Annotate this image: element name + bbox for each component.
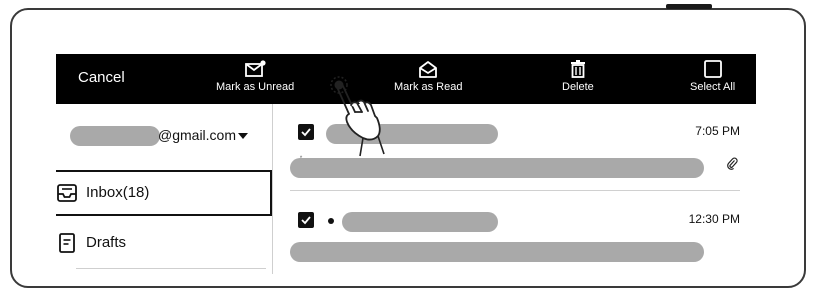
delete-button[interactable]: Delete: [562, 60, 594, 93]
sidebar-divider: [76, 268, 266, 269]
message-row[interactable]: 7:05 PM t: [272, 104, 756, 191]
folder-drafts[interactable]: Drafts: [56, 220, 272, 266]
account-selector[interactable]: @gmail.com: [56, 104, 272, 168]
message-time: 7:05 PM: [695, 124, 740, 138]
redacted-preview: [290, 158, 704, 178]
mark-as-unread-label: Mark as Unread: [216, 81, 295, 93]
mark-as-read-button[interactable]: Mark as Read: [394, 60, 462, 93]
redacted-sender: [326, 124, 498, 144]
paperclip-icon: [726, 156, 738, 175]
selection-toolbar: Cancel Mark as Unread Mark as Read Delet…: [56, 54, 756, 104]
cancel-button[interactable]: Cancel: [78, 69, 125, 86]
inbox-icon: [56, 182, 78, 204]
mark-as-unread-button[interactable]: Mark as Unread: [216, 60, 294, 93]
checkbox-outline-icon: [703, 60, 723, 78]
drafts-icon: [56, 232, 78, 254]
mail-unread-icon: [244, 60, 266, 78]
folder-drafts-label: Drafts: [86, 234, 127, 251]
trash-icon: [568, 60, 588, 78]
redacted-sender: [342, 212, 498, 232]
select-all-button[interactable]: Select All: [690, 60, 735, 93]
message-time: 12:30 PM: [688, 212, 740, 226]
row-divider: [290, 190, 740, 191]
redacted-account-name: [70, 126, 160, 146]
message-row[interactable]: 12:30 PM: [272, 192, 756, 278]
account-email-domain: @gmail.com: [158, 127, 237, 143]
folder-inbox[interactable]: Inbox(18): [56, 170, 272, 216]
unread-indicator: [328, 218, 334, 224]
mark-as-read-label: Mark as Read: [394, 81, 463, 93]
message-checkbox[interactable]: [298, 124, 314, 140]
device-power-button: [666, 4, 712, 9]
redacted-preview: [290, 242, 704, 262]
folder-inbox-label: Inbox(18): [86, 184, 150, 201]
delete-label: Delete: [562, 81, 594, 93]
mail-open-icon: [417, 60, 439, 78]
message-checkbox[interactable]: [298, 212, 314, 228]
caret-down-icon: [238, 133, 248, 139]
folder-sidebar: @gmail.com Inbox(18) Drafts: [56, 104, 273, 274]
select-all-label: Select All: [690, 81, 736, 93]
message-list: 7:05 PM t 12:30 PM: [272, 104, 756, 274]
